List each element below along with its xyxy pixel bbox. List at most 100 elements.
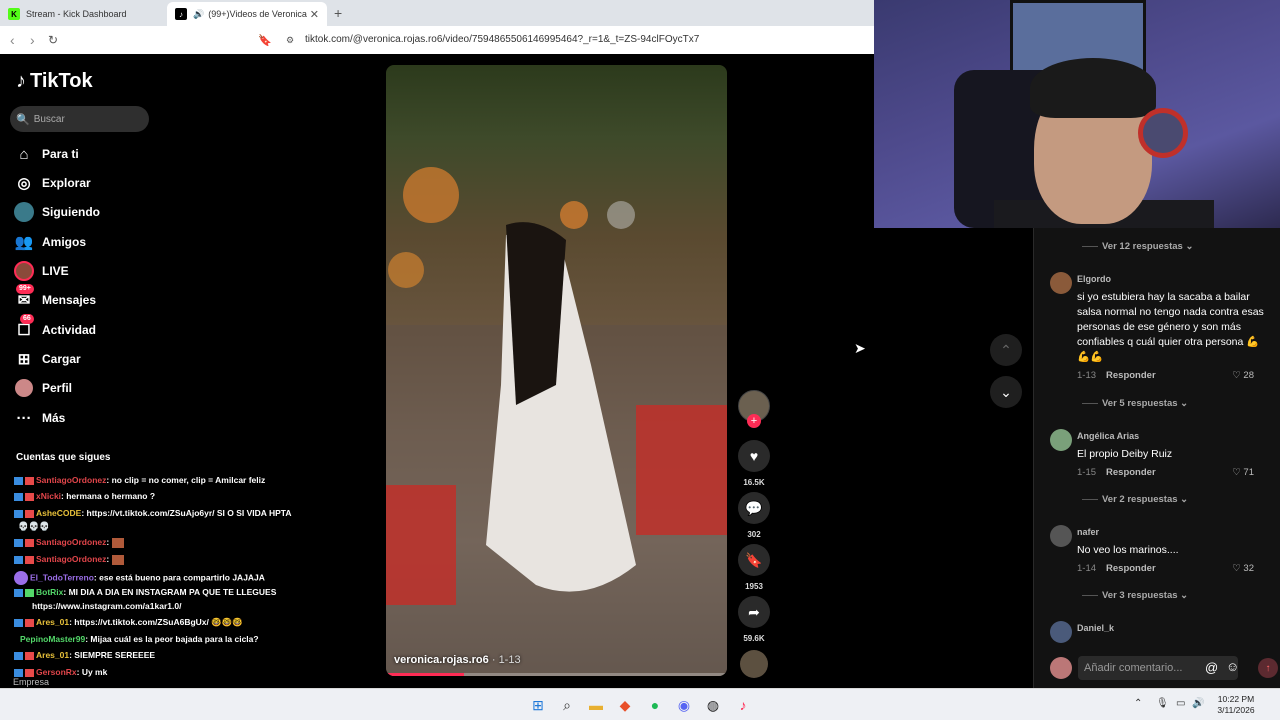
tray-overflow-icon[interactable]: ⌃ (1134, 698, 1142, 709)
comment-action[interactable]: 💬 302 (738, 492, 770, 539)
mention-icon[interactable]: @ (1205, 660, 1218, 675)
windows-start-icon[interactable]: ⊞ (528, 695, 548, 715)
nav-mensajes[interactable]: ✉ 99+ Mensajes (14, 284, 96, 312)
compass-icon: ◎ (17, 175, 31, 192)
obs-icon[interactable]: ◍ (703, 695, 723, 715)
chat-line: Ares_01: https://vt.tiktok.com/ZSuA6BgUx… (14, 617, 243, 628)
search-box[interactable]: 🔍 Buscar (10, 106, 149, 132)
nav-label: Cargar (42, 352, 81, 366)
badge-icon (14, 555, 23, 564)
view-replies-button[interactable]: Ver 3 respuestas ⌄ (1082, 590, 1188, 601)
nav-perfil[interactable]: Perfil (14, 376, 72, 400)
view-replies-label: Ver 12 respuestas (1102, 241, 1183, 252)
nav-live[interactable]: LIVE (14, 259, 69, 283)
following-accounts-title: Cuentas que sigues (16, 452, 111, 463)
like-count: 32 (1243, 563, 1254, 574)
file-explorer-icon[interactable]: ▬ (586, 695, 606, 715)
view-replies-label: Ver 5 respuestas (1102, 398, 1178, 409)
chat-text: : (106, 554, 110, 564)
follow-plus-icon[interactable]: + (747, 414, 761, 428)
send-comment-button[interactable]: ↑ (1258, 658, 1278, 678)
video-author[interactable]: veronica.rojas.ro6 (394, 654, 489, 666)
tab-tiktok-video[interactable]: ♪ 🔊 (99+)Videos de Veronica Rojas ✕ (167, 2, 327, 26)
brave-browser-icon[interactable]: ◆ (615, 695, 635, 715)
comment-icon[interactable]: 💬 (738, 492, 770, 524)
tiktok-logo[interactable]: ♪ TikTok (16, 70, 93, 93)
like-count: 71 (1243, 467, 1254, 478)
tiktok-app-icon[interactable]: ♪ (733, 695, 753, 715)
chevron-down-icon: ⌄ (1185, 241, 1194, 252)
forward-icon[interactable]: › (30, 32, 35, 48)
comment-like[interactable]: ♡ 28 (1232, 370, 1254, 381)
comment-user[interactable]: Daniel_k (1077, 623, 1114, 633)
view-replies-button[interactable]: Ver 12 respuestas ⌄ (1082, 241, 1193, 252)
share-action[interactable]: ➦ 59.6K (738, 596, 770, 643)
back-icon[interactable]: ‹ (10, 32, 15, 48)
chat-user: SantiagoOrdonez (36, 537, 107, 547)
nav-amigos[interactable]: 👥 Amigos (14, 230, 86, 254)
heart-icon[interactable]: ♥ (738, 440, 770, 472)
comment-like[interactable]: ♡ 32 (1232, 563, 1254, 574)
comment-avatar[interactable] (1050, 621, 1072, 643)
network-icon[interactable]: ▭ (1176, 698, 1185, 709)
microphone-icon[interactable]: 🎙 (1156, 698, 1169, 709)
comment-avatar[interactable] (1050, 429, 1072, 451)
chat-line: AsheCODE: https://vt.tiktok.com/ZSuAjo6y… (14, 508, 292, 518)
music-disc-icon[interactable] (740, 650, 768, 678)
nav-actividad[interactable]: ☐ 66 Actividad (14, 314, 96, 342)
chat-text: : MI DIA A DIA EN INSTAGRAM PA QUE TE LL… (63, 587, 277, 597)
view-replies-button[interactable]: Ver 2 respuestas ⌄ (1082, 494, 1188, 505)
badge-icon (25, 651, 34, 660)
share-icon[interactable]: ➦ (738, 596, 770, 628)
emoji-icon[interactable]: ☺ (1226, 659, 1239, 674)
close-tab-icon[interactable]: ✕ (310, 8, 319, 21)
tab-kick-dashboard[interactable]: K Stream - Kick Dashboard (0, 2, 165, 26)
comment-avatar[interactable] (1050, 525, 1072, 547)
next-video-button[interactable]: ⌄ (990, 376, 1022, 408)
view-replies-button[interactable]: Ver 5 respuestas ⌄ (1082, 398, 1188, 409)
chat-text: 💀💀💀 (18, 521, 50, 531)
new-tab-button[interactable]: + (334, 5, 342, 21)
reply-button[interactable]: Responder (1106, 370, 1156, 381)
footer-empresa[interactable]: Empresa (13, 677, 49, 687)
bookmark-icon[interactable]: 🔖 (258, 34, 272, 47)
discord-icon[interactable]: ◉ (674, 695, 694, 715)
volume-icon[interactable]: 🔊 (1192, 698, 1204, 709)
reply-button[interactable]: Responder (1106, 563, 1156, 574)
nav-label: Perfil (42, 381, 73, 395)
nav-label: Siguiendo (42, 205, 100, 219)
badge-icon (25, 588, 34, 597)
comment-text: si yo estubiera hay la sacaba a bailar s… (1077, 291, 1264, 363)
comment-avatar[interactable] (1050, 272, 1072, 294)
comment-like[interactable]: ♡ 71 (1232, 467, 1254, 478)
save-action[interactable]: 🔖 1953 (738, 544, 770, 591)
search-icon[interactable]: ⌕ (557, 695, 577, 715)
like-action[interactable]: ♥ 16.5K (738, 440, 770, 487)
chat-user: Ares_01 (36, 617, 70, 627)
reload-icon[interactable]: ↻ (48, 33, 58, 47)
badge-icon (14, 509, 23, 518)
site-info-icon[interactable]: ⚙ (286, 35, 294, 46)
spotify-icon[interactable]: ● (645, 695, 665, 715)
url-field[interactable]: tiktok.com/@veronica.rojas.ro6/video/759… (305, 34, 699, 45)
upload-icon: ⊞ (17, 351, 31, 368)
taskbar-clock[interactable]: 10:22 PM 3/11/2026 (1206, 694, 1266, 716)
badge-icon (14, 588, 23, 597)
previous-video-button[interactable]: ⌃ (990, 334, 1022, 366)
mouse-cursor-icon: ➤ (854, 340, 866, 356)
clock-date: 3/11/2026 (1217, 705, 1255, 715)
nav-explorar[interactable]: ◎ Explorar (14, 171, 90, 195)
chat-line: 💀💀💀 (18, 521, 50, 532)
bookmark-icon[interactable]: 🔖 (738, 544, 770, 576)
nav-cargar[interactable]: ⊞ Cargar (14, 347, 81, 371)
reply-button[interactable]: Responder (1106, 467, 1156, 478)
comment-user[interactable]: nafer (1077, 527, 1099, 537)
comment-user[interactable]: Elgordo (1077, 274, 1111, 284)
comment-user[interactable]: Angélica Arias (1077, 431, 1139, 441)
video-player[interactable]: veronica.rojas.ro6 · 1-13 (386, 65, 727, 676)
chevron-down-icon: ⌄ (1180, 494, 1189, 505)
nav-mas[interactable]: ··· Más (14, 406, 66, 430)
video-progress-bar[interactable] (386, 673, 727, 676)
nav-para-ti[interactable]: ⌂ Para ti (14, 142, 78, 166)
nav-siguiendo[interactable]: Siguiendo (14, 200, 100, 224)
